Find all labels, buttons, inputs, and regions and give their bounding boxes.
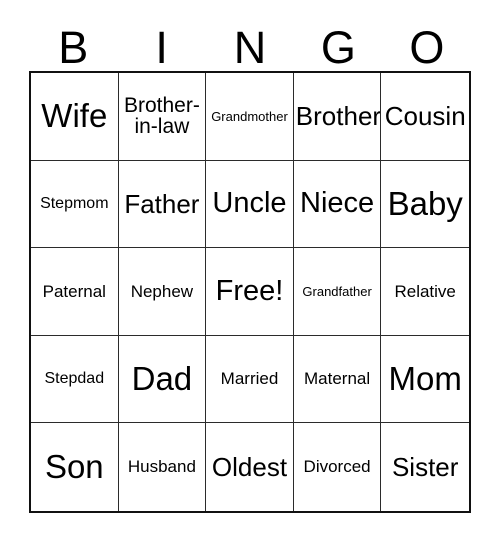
bingo-cell-label: Stepmom bbox=[40, 194, 109, 212]
bingo-cell[interactable]: Nephew bbox=[118, 248, 207, 336]
bingo-cell[interactable]: Grandmother bbox=[206, 73, 294, 161]
bingo-cell[interactable]: Grandfather bbox=[293, 248, 382, 336]
bingo-cell[interactable]: Relative bbox=[381, 248, 469, 336]
bingo-cell-label: Grandmother bbox=[211, 108, 288, 124]
bingo-cell-label: Maternal bbox=[304, 369, 371, 389]
bingo-cell[interactable]: Uncle bbox=[206, 160, 294, 249]
bingo-cell-label: Father bbox=[124, 188, 200, 219]
bingo-cell[interactable]: Stepmom bbox=[31, 160, 119, 249]
bingo-cell-label: Mom bbox=[388, 360, 462, 398]
bingo-cell[interactable]: Oldest bbox=[206, 423, 294, 511]
bingo-cell-label: Divorced bbox=[303, 457, 371, 477]
bingo-header-row: B I N G O bbox=[29, 18, 471, 71]
bingo-cell-label: Paternal bbox=[42, 281, 106, 301]
bingo-cell-label: Grandfather bbox=[302, 283, 372, 299]
bingo-cell[interactable]: Brother bbox=[293, 73, 382, 161]
bingo-cell[interactable]: Father bbox=[118, 160, 207, 249]
bingo-cell-label: Brother bbox=[295, 100, 382, 131]
bingo-cell-label: Stepdad bbox=[44, 369, 105, 387]
bingo-cell[interactable]: Son bbox=[31, 423, 119, 511]
bingo-cell[interactable]: Husband bbox=[118, 423, 207, 511]
bingo-cell[interactable]: Paternal bbox=[31, 248, 119, 336]
bingo-cell-label: Niece bbox=[300, 186, 375, 219]
bingo-cell-label: Wife bbox=[41, 97, 108, 135]
bingo-cell-label: Uncle bbox=[212, 186, 287, 219]
bingo-cell[interactable]: Niece bbox=[293, 160, 382, 249]
bingo-cell[interactable]: Mom bbox=[381, 335, 469, 424]
bingo-grid: Wife Brother-in-law Grandmother Brother … bbox=[29, 71, 471, 513]
bingo-cell-label: Sister bbox=[391, 451, 459, 482]
bingo-cell-label: Relative bbox=[394, 281, 456, 301]
bingo-cell-free-space[interactable]: Free! bbox=[206, 248, 294, 336]
bingo-cell-label: Nephew bbox=[130, 281, 194, 301]
bingo-card: B I N G O Wife Brother-in-law Grandmothe… bbox=[0, 0, 500, 544]
bingo-cell[interactable]: Stepdad bbox=[31, 335, 119, 424]
bingo-cell-label: Baby bbox=[387, 184, 463, 222]
bingo-cell[interactable]: Married bbox=[206, 335, 294, 424]
bingo-cell-label: Cousin bbox=[384, 100, 466, 131]
bingo-cell-label: Free! bbox=[215, 274, 284, 307]
bingo-cell[interactable]: Brother-in-law bbox=[118, 73, 207, 161]
bingo-cell[interactable]: Baby bbox=[381, 160, 469, 249]
bingo-header-letter-i: I bbox=[155, 22, 168, 73]
bingo-cell-label: Son bbox=[44, 448, 104, 486]
bingo-cell[interactable]: Divorced bbox=[293, 423, 382, 511]
bingo-header-letter-n: N bbox=[233, 22, 267, 73]
bingo-cell-label: Husband bbox=[127, 457, 196, 477]
bingo-cell-label: Married bbox=[220, 369, 279, 389]
bingo-cell[interactable]: Dad bbox=[118, 335, 207, 424]
bingo-header-letter-b: B bbox=[58, 22, 89, 73]
bingo-cell[interactable]: Sister bbox=[381, 423, 469, 511]
bingo-cell-label: Brother-in-law bbox=[123, 93, 200, 139]
bingo-header-letter-g: G bbox=[320, 22, 356, 73]
bingo-cell-label: Dad bbox=[131, 360, 193, 398]
bingo-cell[interactable]: Maternal bbox=[293, 335, 382, 424]
bingo-header-letter-o: O bbox=[409, 22, 445, 73]
bingo-cell[interactable]: Wife bbox=[31, 73, 119, 161]
bingo-cell[interactable]: Cousin bbox=[381, 73, 469, 161]
bingo-cell-label: Oldest bbox=[211, 451, 288, 482]
